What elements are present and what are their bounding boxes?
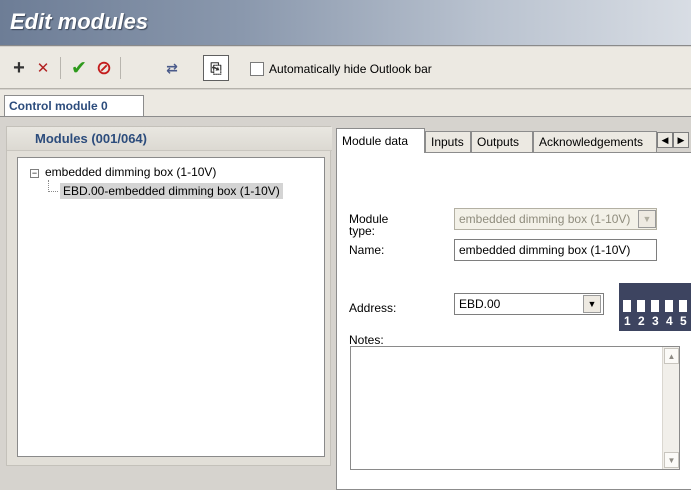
modules-header: Modules (001/064) [7, 127, 332, 151]
tab-control-module-0[interactable]: Control module 0 [4, 95, 144, 117]
scroll-up-icon[interactable]: ▲ [664, 348, 679, 364]
address-select[interactable]: EBD.00 ▼ [454, 293, 604, 315]
auto-hide-checkbox[interactable] [250, 62, 264, 76]
dip-switch-block: 1 2 3 4 5 [619, 283, 691, 331]
tree-item-selected[interactable]: EBD.00-embedded dimming box (1-10V) [60, 183, 283, 199]
cancel-icon[interactable]: ⊘ [93, 57, 115, 79]
notes-scrollbar[interactable]: ▲ ▼ [662, 347, 679, 469]
outlook-bar-icon[interactable]: ⎘ [203, 55, 229, 81]
delete-icon[interactable]: ✕ [32, 57, 54, 79]
notes-textarea[interactable]: ▲ ▼ [350, 346, 680, 470]
dip-switch [678, 287, 688, 313]
tree-item-root[interactable]: embedded dimming box (1-10V) [45, 165, 216, 179]
modules-panel: Modules (001/064) − embedded dimming box… [6, 126, 332, 466]
module-type-field: embedded dimming box (1-10V) ▼ [454, 208, 657, 230]
name-input[interactable]: embedded dimming box (1-10V) [454, 239, 657, 261]
toolbar: + ✕ ✔ ⊘ ⇄ ⎘ Automatically hide Outlook b… [0, 47, 691, 89]
chevron-down-icon[interactable]: ▼ [583, 295, 601, 313]
module-type-value: embedded dimming box (1-10V) [459, 212, 631, 226]
modules-tree[interactable]: − embedded dimming box (1-10V) EBD.00-em… [17, 157, 325, 457]
tab-module-data[interactable]: Module data [336, 128, 425, 153]
toolbar-separator [120, 57, 121, 79]
scroll-down-icon[interactable]: ▼ [664, 452, 679, 468]
address-value: EBD.00 [459, 297, 501, 311]
dip-switch [622, 287, 632, 313]
auto-hide-label: Automatically hide Outlook bar [269, 62, 432, 76]
tree-collapse-icon[interactable]: − [30, 169, 39, 178]
toolbar-separator [60, 57, 61, 79]
notes-label: Notes: [349, 333, 384, 347]
name-label: Name: [349, 243, 385, 257]
tab-scroll-left-icon[interactable]: ◀ [657, 132, 673, 148]
dip-number: 4 [666, 314, 673, 328]
dip-number: 3 [652, 314, 659, 328]
chevron-down-icon: ▼ [638, 210, 656, 228]
tab-outputs[interactable]: Outputs [471, 131, 533, 152]
module-data-panel: Module type: embedded dimming box (1-10V… [336, 152, 691, 490]
tab-acknowledgements[interactable]: Acknowledgements [533, 131, 657, 152]
dip-switch [664, 287, 674, 313]
add-icon[interactable]: + [8, 57, 30, 79]
dip-number: 5 [680, 314, 687, 328]
window-title: Edit modules [10, 9, 149, 34]
module-type-label: Module type: [349, 212, 389, 238]
confirm-icon[interactable]: ✔ [68, 57, 90, 79]
detail-tabstrip: Module data Inputs Outputs Acknowledgeme… [336, 128, 691, 153]
dip-number: 1 [624, 314, 631, 328]
control-module-tabstrip: Control module 0 [0, 90, 691, 117]
tab-scroll-right-icon[interactable]: ▶ [673, 132, 689, 148]
dip-switch [650, 287, 660, 313]
dip-number: 2 [638, 314, 645, 328]
title-bar: Edit modules [0, 0, 691, 46]
tab-inputs[interactable]: Inputs [425, 131, 471, 152]
auto-address-icon[interactable]: ⇄ [161, 57, 183, 79]
tab-scroll-arrows: ◀ ▶ [657, 132, 691, 149]
tabstrip-divider [0, 116, 691, 117]
dip-switch [636, 287, 646, 313]
address-label: Address: [349, 301, 397, 315]
tree-connector [48, 191, 58, 192]
